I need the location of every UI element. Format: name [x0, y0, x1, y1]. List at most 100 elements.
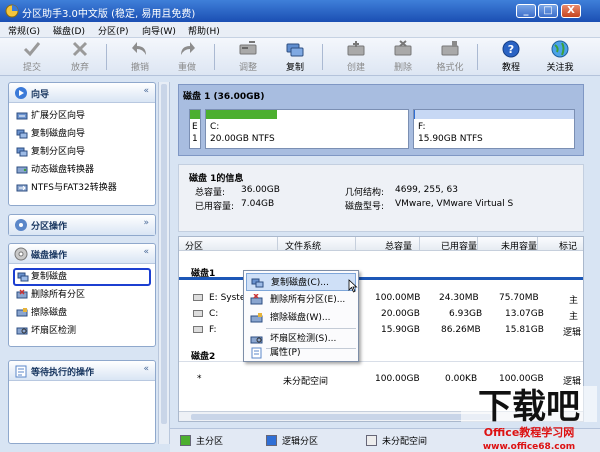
disk-map-partition-f[interactable]: F: 15.90GB NTFS — [413, 109, 575, 149]
dynamic-disk-icon — [16, 166, 28, 174]
menu-disk[interactable]: 磁盘(D) — [53, 24, 85, 37]
toolbar: 提交 放弃 撤销 重做 调整 复制 创建 删除 格式化 ? 教程 关注我 — [0, 38, 600, 76]
commit-button[interactable]: 提交 — [12, 40, 52, 74]
disk-info-title: 磁盘 1的信息 — [189, 174, 244, 184]
format-disk-icon — [441, 41, 459, 56]
wipe-disk-icon — [16, 308, 28, 317]
copy-disk-icon — [16, 129, 28, 139]
wizard-item-copy-disk[interactable]: 复制磁盘向导 — [9, 125, 155, 143]
toolbar-separator — [106, 44, 107, 70]
disk-op-copy-disk[interactable]: 复制磁盘 — [13, 268, 151, 286]
watermark: 下载吧 Office教程学习网 www.office68.com — [455, 382, 600, 452]
expand-chevron-icon[interactable]: » — [143, 218, 149, 228]
create-button[interactable]: 创建 — [336, 40, 376, 74]
disk-op-wipe[interactable]: 擦除磁盘 — [9, 304, 155, 322]
minimize-button[interactable]: _ — [516, 4, 536, 18]
group-divider — [179, 361, 583, 362]
col-divider — [537, 237, 538, 251]
menu-partition[interactable]: 分区(P) — [98, 24, 128, 37]
context-menu: 复制磁盘(C)... 删除所有分区(E)... 擦除磁盘(W)... 坏扇区检测… — [243, 270, 359, 362]
maximize-button[interactable]: □ — [538, 4, 558, 18]
delete-disk-icon — [394, 40, 412, 56]
disk-map-partition-e[interactable]: E 1 — [189, 109, 201, 149]
redo-button[interactable]: 重做 — [167, 40, 207, 74]
copy-disk-icon — [17, 272, 29, 282]
menu-general[interactable]: 常规(G) — [8, 24, 40, 37]
col-divider — [419, 237, 420, 251]
wizard-panel-header[interactable]: 向导 « — [9, 83, 155, 103]
discard-button[interactable]: 放弃 — [60, 40, 100, 74]
copy-disk-icon — [251, 278, 264, 288]
collapse-chevron-icon[interactable]: « — [143, 364, 149, 374]
disk-ops-panel: 磁盘操作 « 复制磁盘 删除所有分区 擦除磁盘 坏扇区检测 — [8, 243, 156, 347]
wipe-disk-icon — [250, 313, 263, 323]
partition-usage-bar — [414, 110, 415, 119]
close-button[interactable]: X — [561, 4, 581, 18]
scan-disk-icon — [16, 327, 28, 335]
ctx-copy-disk[interactable]: 复制磁盘(C)... — [246, 273, 356, 291]
watermark-url: www.office68.com — [483, 442, 575, 452]
partition-ops-header[interactable]: 分区操作 » — [9, 215, 155, 235]
legend-swatch — [266, 435, 277, 446]
menu-wizard[interactable]: 向导(W) — [142, 24, 176, 37]
watermark-logo-text: 下载吧 — [478, 387, 580, 427]
col-partition[interactable]: 分区 — [185, 239, 203, 252]
col-flag[interactable]: 标记 — [559, 239, 577, 252]
disk-ops-header[interactable]: 磁盘操作 « — [9, 244, 155, 264]
wizard-item-dynamic-disk[interactable]: 动态磁盘转换器 — [9, 161, 155, 179]
col-divider — [277, 237, 278, 251]
help-icon: ? — [502, 40, 520, 58]
copy-partition-icon — [16, 147, 28, 157]
collapse-chevron-icon[interactable]: « — [143, 247, 149, 257]
partition-icon — [193, 310, 203, 317]
resize-button[interactable]: 调整 — [228, 40, 268, 74]
pending-ops-header[interactable]: 等待执行的操作 « — [9, 361, 155, 381]
window-title: 分区助手3.0中文版 (稳定, 易用且免费) — [22, 9, 196, 20]
ctx-wipe-disk[interactable]: 擦除磁盘(W)... — [246, 309, 356, 327]
copy-disk-icon — [286, 43, 304, 57]
format-button[interactable]: 格式化 — [430, 40, 470, 74]
copy-button[interactable]: 复制 — [275, 40, 315, 74]
left-scrollbar[interactable] — [158, 82, 170, 444]
partition-type-bar — [414, 110, 574, 119]
disk-icon — [14, 247, 28, 261]
menu-help[interactable]: 帮助(H) — [188, 24, 220, 37]
wizard-item-copy-partition[interactable]: 复制分区向导 — [9, 143, 155, 161]
collapse-chevron-icon[interactable]: « — [143, 86, 149, 96]
legend-swatch — [180, 435, 191, 446]
undo-button[interactable]: 撤销 — [120, 40, 160, 74]
pending-list-icon — [15, 365, 27, 378]
disk-map-header: 磁盘 1 (36.00GB) — [183, 92, 265, 102]
col-total[interactable]: 总容量 — [385, 239, 412, 252]
scroll-thumb[interactable] — [161, 84, 167, 424]
tutorial-button[interactable]: ? 教程 — [491, 40, 531, 74]
create-disk-icon — [347, 41, 365, 56]
wizard-icon — [15, 87, 27, 99]
follow-button[interactable]: 关注我 — [540, 40, 580, 74]
toolbar-separator — [477, 44, 478, 70]
ctx-delete-all[interactable]: 删除所有分区(E)... — [246, 291, 356, 309]
wizard-item-ntfs-fat32[interactable]: NTFS与FAT32转换器 — [9, 179, 155, 197]
col-free[interactable]: 未用容量 — [501, 239, 537, 252]
redo-icon — [181, 42, 195, 55]
delete-disk-icon — [250, 294, 263, 305]
disk-map-partition-c[interactable]: C: 20.00GB NTFS — [205, 109, 409, 149]
title-bar[interactable]: 分区助手3.0中文版 (稳定, 易用且免费) _ □ X — [0, 0, 600, 22]
partition-icon — [15, 219, 27, 231]
col-filesystem[interactable]: 文件系统 — [285, 239, 321, 252]
col-used[interactable]: 已用容量 — [441, 239, 477, 252]
delete-button[interactable]: 删除 — [383, 40, 423, 74]
wizard-item-extend[interactable]: 扩展分区向导 — [9, 107, 155, 125]
disk-op-bad-sector[interactable]: 坏扇区检测 — [9, 322, 155, 340]
ctx-separator — [266, 328, 356, 329]
left-panel: 向导 « 扩展分区向导 复制磁盘向导 复制分区向导 动态磁盘转换器 NTFS与F… — [8, 82, 156, 444]
disk-op-delete-all[interactable]: 删除所有分区 — [9, 286, 155, 304]
disk-geometry: 4699, 255, 63 — [395, 185, 458, 195]
col-divider — [355, 237, 356, 251]
convert-icon — [16, 184, 28, 192]
disk-info: 磁盘 1的信息 总容量: 36.00GB 已用容量: 7.04GB 几何结构: … — [178, 164, 584, 232]
disk-model: VMware, VMware Virtual S — [395, 199, 514, 209]
scroll-thumb[interactable] — [191, 414, 491, 420]
partition-icon — [193, 294, 203, 301]
ctx-properties[interactable]: 属性(P) — [246, 344, 356, 362]
